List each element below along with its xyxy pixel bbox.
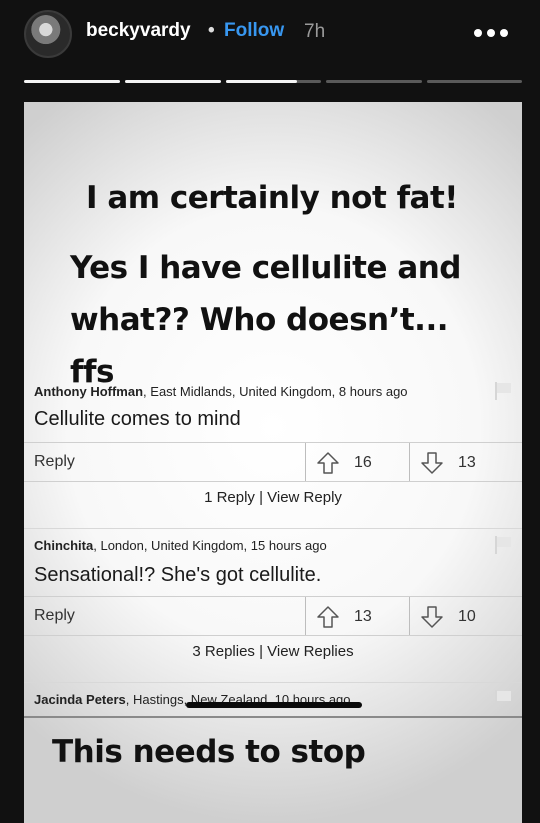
comment-author: Jacinda Peters	[34, 692, 126, 707]
comment-author: Chinchita	[34, 538, 94, 553]
progress-segment	[427, 80, 522, 83]
username[interactable]: beckyvardy	[86, 20, 191, 42]
story-image: I am certainly not fat! Yes I have cellu…	[24, 102, 522, 823]
timestamp: 7h	[304, 21, 326, 42]
downvote-count: 13	[458, 454, 476, 471]
downvote-count: 10	[458, 608, 476, 625]
comment-actions: Reply 16 13	[24, 442, 522, 482]
upvote-count: 13	[354, 608, 372, 625]
arrow-down-icon	[421, 606, 443, 628]
story-viewer: beckyvardy • Follow 7h I am certainly no…	[0, 0, 540, 823]
arrow-down-icon	[421, 452, 443, 474]
upvote-count: 16	[354, 454, 372, 471]
progress-segment	[125, 80, 221, 83]
arrow-up-icon	[317, 452, 339, 474]
story-progress-bar	[24, 80, 522, 84]
comment-actions: Reply 13 10	[24, 596, 522, 636]
flag-icon[interactable]	[494, 382, 512, 400]
separator-dot: •	[208, 20, 215, 41]
progress-segment	[326, 80, 422, 83]
progress-segment-current	[226, 80, 321, 83]
redaction-scribble	[186, 702, 362, 708]
comment-text: Sensational!? She's got cellulite.	[34, 564, 322, 586]
more-options-icon[interactable]	[474, 22, 508, 44]
comment-meta: Anthony Hoffman, East Midlands, United K…	[34, 384, 408, 399]
arrow-up-icon	[317, 606, 339, 628]
view-replies-link[interactable]: 3 Replies | View Replies	[24, 643, 522, 660]
avatar[interactable]	[24, 10, 72, 58]
flag-icon[interactable]	[494, 536, 512, 554]
comment-author: Anthony Hoffman	[34, 384, 144, 399]
reply-button[interactable]: Reply	[34, 453, 75, 471]
flag-icon[interactable]	[494, 690, 512, 708]
headline-text: I am certainly not fat!	[86, 180, 458, 216]
follow-button[interactable]: Follow	[224, 20, 284, 42]
comment-text: Cellulite comes to mind	[34, 408, 241, 430]
reply-button[interactable]: Reply	[34, 607, 75, 625]
footer-headline: This needs to stop	[52, 734, 366, 770]
view-replies-link[interactable]: 1 Reply | View Reply	[24, 489, 522, 506]
comment-location: , London, United Kingdom, 15 hours ago	[93, 538, 327, 553]
comment-location: , East Midlands, United Kingdom, 8 hours…	[143, 384, 408, 399]
progress-segment	[24, 80, 120, 83]
story-header: beckyvardy • Follow 7h	[0, 0, 540, 70]
headline-text-2: Yes I have cellulite and what?? Who does…	[70, 250, 462, 390]
comment-meta: Chinchita, London, United Kingdom, 15 ho…	[34, 538, 327, 553]
